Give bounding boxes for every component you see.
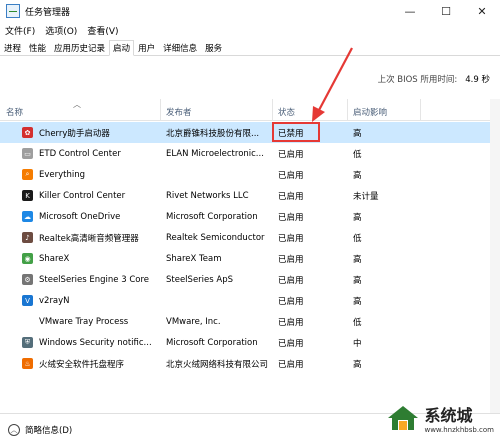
fewer-details-link[interactable]: 简略信息(D): [25, 424, 72, 436]
annotation-arrow-icon: [312, 47, 353, 122]
chevron-up-icon[interactable]: ︿: [8, 423, 20, 436]
house-logo-icon: [388, 406, 419, 430]
watermark: 系统城 www.hnzkhbsb.com: [386, 402, 494, 434]
watermark-url: www.hnzkhbsb.com: [424, 426, 494, 434]
watermark-title: 系统城: [424, 406, 473, 425]
